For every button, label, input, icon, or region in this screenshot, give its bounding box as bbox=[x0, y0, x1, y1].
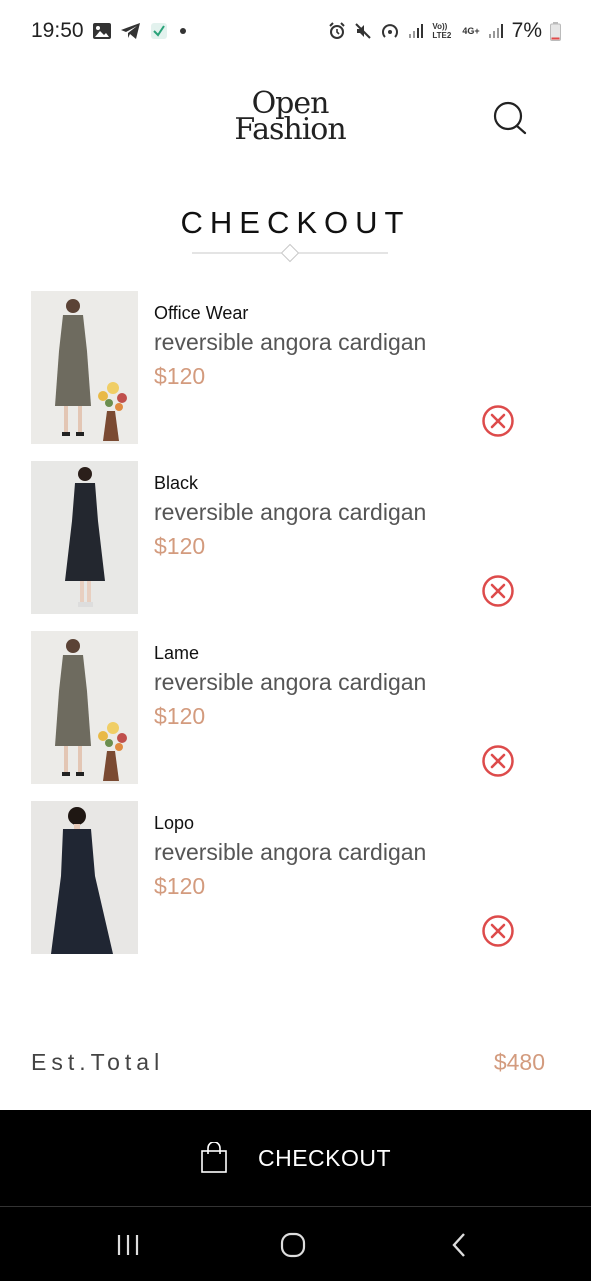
product-photo-svg bbox=[31, 801, 138, 954]
title-divider bbox=[192, 243, 388, 263]
dot-icon bbox=[180, 28, 186, 34]
remove-circle-x-icon bbox=[482, 915, 514, 947]
remove-circle-x-icon bbox=[482, 745, 514, 777]
signal-icon bbox=[409, 24, 424, 38]
battery-icon bbox=[550, 21, 561, 41]
item-price: $120 bbox=[154, 533, 206, 559]
remove-circle-x-icon bbox=[482, 575, 514, 607]
product-image[interactable] bbox=[31, 291, 138, 444]
item-category: Lame bbox=[154, 643, 200, 663]
checkout-button[interactable]: CHECKOUT bbox=[0, 1110, 591, 1206]
android-nav-bar bbox=[0, 1206, 591, 1281]
total-value: $480 bbox=[493, 1049, 545, 1075]
remove-item-button[interactable] bbox=[481, 744, 515, 778]
total-label: Est.Total bbox=[31, 1049, 165, 1075]
signal-icon-secondary bbox=[488, 24, 503, 38]
battery-percent: 7% bbox=[511, 19, 542, 42]
item-name: reversible angora cardigan bbox=[154, 499, 427, 525]
network-type-label: 4G+ bbox=[462, 25, 480, 36]
recent-apps-button[interactable] bbox=[106, 1225, 150, 1265]
alarm-icon bbox=[329, 22, 346, 39]
back-icon bbox=[452, 1233, 465, 1257]
remove-item-button[interactable] bbox=[481, 404, 515, 438]
remove-item-button[interactable] bbox=[481, 574, 515, 608]
item-category: Lopo bbox=[154, 813, 195, 833]
cart-item[interactable]: Lame reversible angora cardigan $120 bbox=[0, 631, 591, 801]
search-icon bbox=[493, 101, 527, 135]
cart-item[interactable]: Black reversible angora cardigan $120 bbox=[0, 461, 591, 631]
product-photo-svg bbox=[31, 461, 138, 614]
status-bar: 19:50 Vo)) LTE2 4G+ 7% bbox=[0, 0, 591, 64]
product-image[interactable] bbox=[31, 461, 138, 614]
item-price: $120 bbox=[154, 363, 206, 389]
remove-item-button[interactable] bbox=[481, 914, 515, 948]
cart-list: Office Wear reversible angora cardigan $… bbox=[0, 291, 591, 971]
check-app-icon bbox=[151, 23, 167, 39]
search-button[interactable] bbox=[492, 100, 528, 136]
item-category: Black bbox=[154, 473, 199, 493]
product-image[interactable] bbox=[31, 801, 138, 954]
product-image[interactable] bbox=[31, 631, 138, 784]
item-name: reversible angora cardigan bbox=[154, 669, 427, 695]
remove-circle-x-icon bbox=[482, 405, 514, 437]
home-icon bbox=[280, 1232, 306, 1258]
hotspot-icon bbox=[382, 24, 399, 38]
item-name: reversible angora cardigan bbox=[154, 329, 427, 355]
system-icons: Vo)) LTE2 4G+ 7% bbox=[328, 19, 561, 43]
item-price: $120 bbox=[154, 873, 206, 899]
logo-line-fashion: Fashion bbox=[234, 112, 346, 147]
shopping-bag-icon bbox=[201, 1142, 227, 1173]
telegram-icon bbox=[121, 23, 140, 39]
cart-item[interactable]: Lopo reversible angora cardigan $120 bbox=[0, 801, 591, 971]
cart-item[interactable]: Office Wear reversible angora cardigan $… bbox=[0, 291, 591, 461]
item-name: reversible angora cardigan bbox=[154, 839, 427, 865]
volte-label: Vo)) LTE2 bbox=[432, 22, 452, 40]
gallery-icon bbox=[93, 23, 111, 39]
product-photo-svg bbox=[31, 631, 138, 784]
page-title: CHECKOUT bbox=[180, 205, 411, 240]
checkout-label: CHECKOUT bbox=[257, 1144, 392, 1171]
home-button[interactable] bbox=[271, 1225, 315, 1265]
brand-logo[interactable]: Open Fashion bbox=[228, 89, 352, 148]
status-time: 19:50 bbox=[31, 19, 84, 42]
back-button[interactable] bbox=[437, 1225, 481, 1265]
recent-apps-icon bbox=[117, 1235, 139, 1255]
mute-icon bbox=[355, 23, 372, 39]
product-photo-svg bbox=[31, 291, 138, 444]
item-category: Office Wear bbox=[154, 303, 249, 323]
item-price: $120 bbox=[154, 703, 206, 729]
notification-icons bbox=[92, 22, 190, 40]
